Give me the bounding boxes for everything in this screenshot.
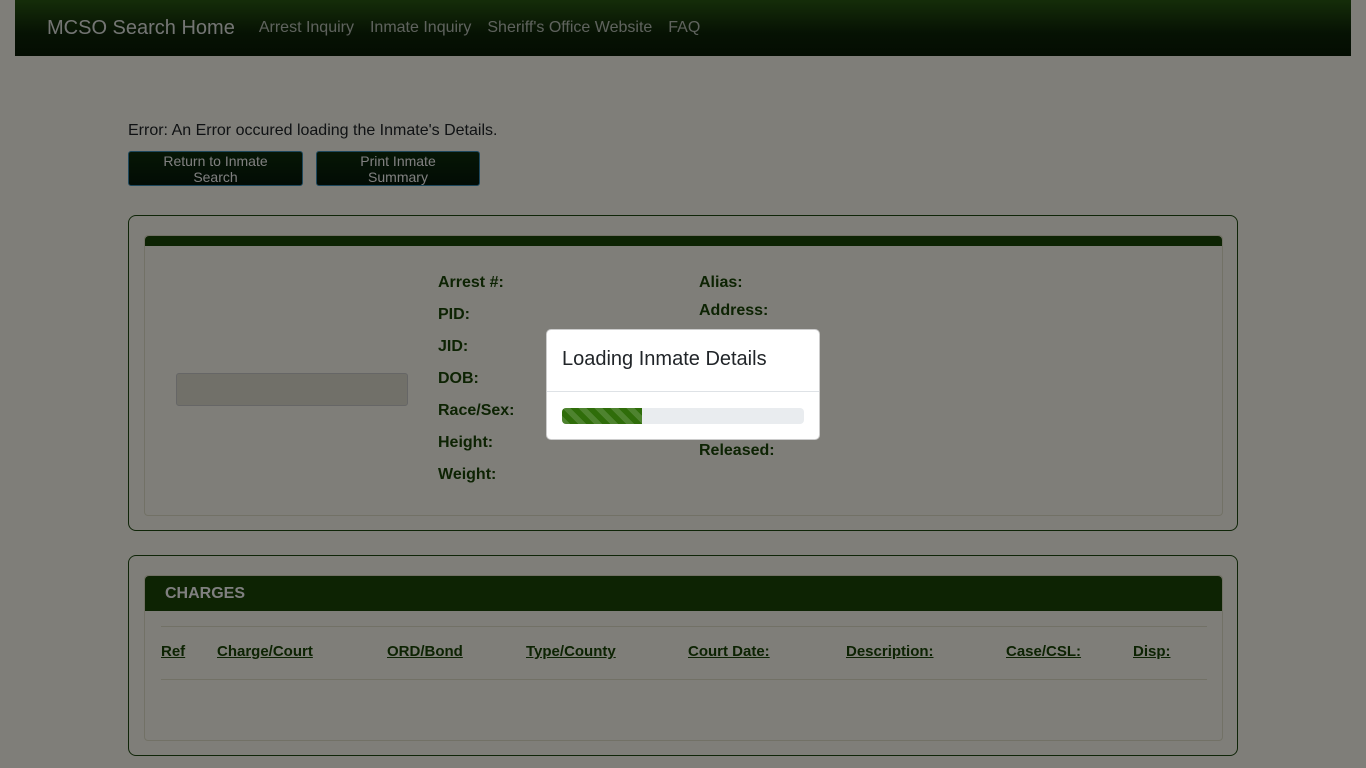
loading-modal: Loading Inmate Details: [546, 329, 820, 440]
loading-progress-track: [562, 408, 804, 424]
loading-progress-bar: [562, 408, 642, 424]
loading-modal-title: Loading Inmate Details: [547, 330, 819, 392]
